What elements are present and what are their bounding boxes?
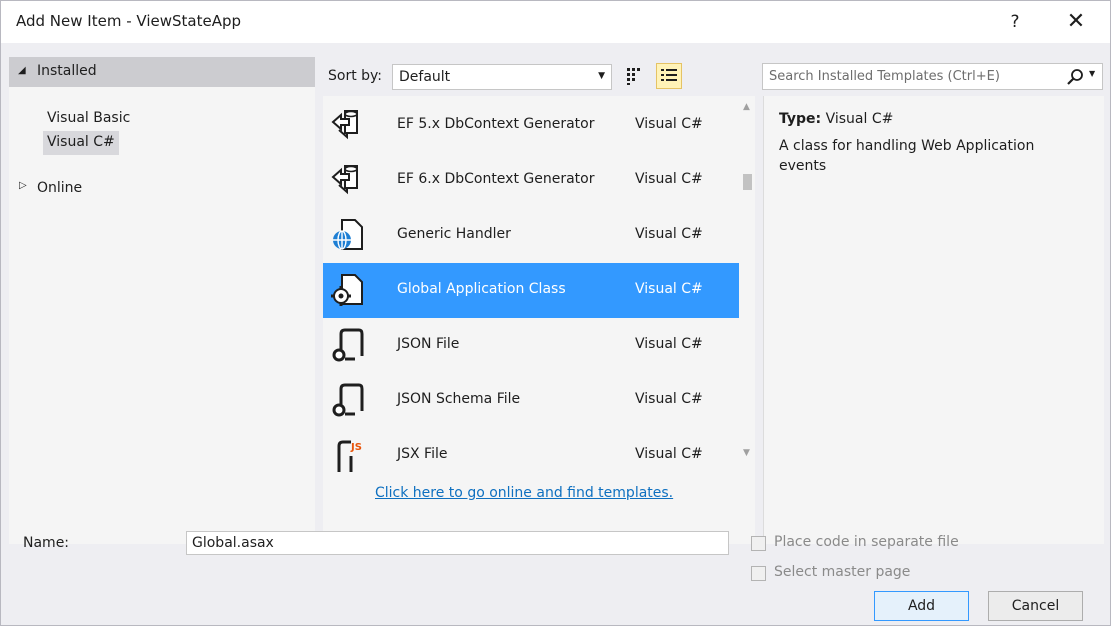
- template-name: JSON Schema File: [397, 391, 521, 407]
- template-description: A class for handling Web Application eve…: [779, 138, 1035, 174]
- template-row[interactable]: JSON File Visual C#: [323, 318, 739, 373]
- template-language: Visual C#: [635, 281, 703, 297]
- master-page-checkbox[interactable]: Select master page: [751, 563, 991, 585]
- template-details-panel: Type: Visual C# A class for handling Web…: [763, 96, 1104, 544]
- ef-generator-icon: [331, 110, 358, 140]
- template-list-scrollbar[interactable]: ▲ ▼: [739, 96, 755, 476]
- template-list: EF 5.x DbContext Generator Visual C# EF …: [323, 96, 739, 476]
- master-page-checkbox-box[interactable]: [751, 566, 766, 581]
- tree-item-visual-csharp[interactable]: Visual C#: [43, 131, 119, 155]
- name-field[interactable]: [186, 531, 729, 555]
- chevron-down-icon: ▼: [598, 71, 605, 81]
- template-row[interactable]: EF 6.x DbContext Generator Visual C#: [323, 153, 739, 208]
- template-name: JSX File: [397, 446, 448, 462]
- place-code-label: Place code in separate file: [774, 534, 959, 550]
- template-type: Type: Visual C#: [779, 111, 893, 127]
- template-row[interactable]: JSON Schema File Visual C#: [323, 373, 739, 428]
- template-name: EF 5.x DbContext Generator: [397, 116, 595, 132]
- scrollbar-thumb[interactable]: [743, 174, 752, 190]
- template-language: Visual C#: [635, 336, 703, 352]
- name-label: Name:: [23, 535, 70, 551]
- find-templates-online-link[interactable]: Click here to go online and find templat…: [375, 485, 673, 501]
- jsx-file-icon: JS: [337, 440, 362, 472]
- title-bar: Add New Item - ViewStateApp ? ✕: [1, 1, 1110, 43]
- list-view-icon: [661, 69, 677, 81]
- place-code-checkbox-box[interactable]: [751, 536, 766, 551]
- json-file-icon: [332, 383, 364, 417]
- tree-node-installed-label: Installed: [37, 63, 97, 79]
- template-name: EF 6.x DbContext Generator: [397, 171, 595, 187]
- grid-view-icon: [627, 68, 640, 85]
- small-icons-view-button[interactable]: [621, 63, 647, 89]
- close-button[interactable]: ✕: [1059, 7, 1093, 37]
- search-icon[interactable]: [1066, 68, 1086, 86]
- svg-text:JS: JS: [350, 442, 362, 453]
- template-row[interactable]: Generic Handler Visual C#: [323, 208, 739, 263]
- help-button[interactable]: ?: [1001, 7, 1029, 37]
- template-language: Visual C#: [635, 391, 703, 407]
- scroll-down-arrow-icon[interactable]: ▼: [743, 448, 750, 458]
- template-row-selected[interactable]: Global Application Class Visual C#: [323, 263, 739, 318]
- template-name: Global Application Class: [397, 281, 566, 297]
- add-new-item-dialog: Add New Item - ViewStateApp ? ✕ ◢ Instal…: [0, 0, 1111, 626]
- globe-file-icon: [333, 219, 363, 250]
- tree-node-online-label: Online: [37, 180, 83, 196]
- json-file-icon: [332, 328, 364, 362]
- search-options-chevron-icon[interactable]: ▼: [1089, 69, 1095, 78]
- add-button[interactable]: Add: [874, 591, 969, 621]
- template-row[interactable]: JS JSX File Visual C#: [323, 428, 739, 476]
- cancel-button[interactable]: Cancel: [988, 591, 1083, 621]
- search-input[interactable]: [764, 65, 1054, 88]
- tree-item-visual-basic[interactable]: Visual Basic: [43, 107, 134, 131]
- ef-generator-icon: [331, 165, 358, 195]
- expand-triangle-icon[interactable]: ▷: [19, 180, 27, 191]
- collapse-triangle-icon[interactable]: ◢: [18, 65, 26, 76]
- template-row[interactable]: EF 5.x DbContext Generator Visual C#: [323, 98, 739, 153]
- template-list-panel: EF 5.x DbContext Generator Visual C# EF …: [323, 96, 755, 544]
- type-label: Type:: [779, 111, 822, 127]
- sort-by-value: Default: [399, 69, 451, 85]
- template-language: Visual C#: [635, 171, 703, 187]
- details-view-button[interactable]: [656, 63, 682, 89]
- template-language: Visual C#: [635, 116, 703, 132]
- template-name: JSON File: [397, 336, 460, 352]
- search-templates-box[interactable]: ▼: [762, 63, 1103, 90]
- template-name: Generic Handler: [397, 226, 511, 242]
- sort-by-dropdown[interactable]: Default ▼: [392, 64, 612, 90]
- template-language: Visual C#: [635, 226, 703, 242]
- type-value: Visual C#: [825, 111, 894, 127]
- category-tree: ◢ Installed Visual Basic Visual C# ▷ Onl…: [9, 57, 315, 544]
- sort-by-label: Sort by:: [328, 68, 383, 84]
- master-page-label: Select master page: [774, 564, 911, 580]
- tree-node-installed[interactable]: ◢ Installed: [9, 57, 315, 87]
- template-language: Visual C#: [635, 446, 703, 462]
- scroll-up-arrow-icon[interactable]: ▲: [743, 102, 750, 112]
- place-code-checkbox[interactable]: Place code in separate file: [751, 533, 991, 555]
- dialog-title: Add New Item - ViewStateApp: [16, 12, 241, 30]
- gear-file-icon: [331, 274, 363, 306]
